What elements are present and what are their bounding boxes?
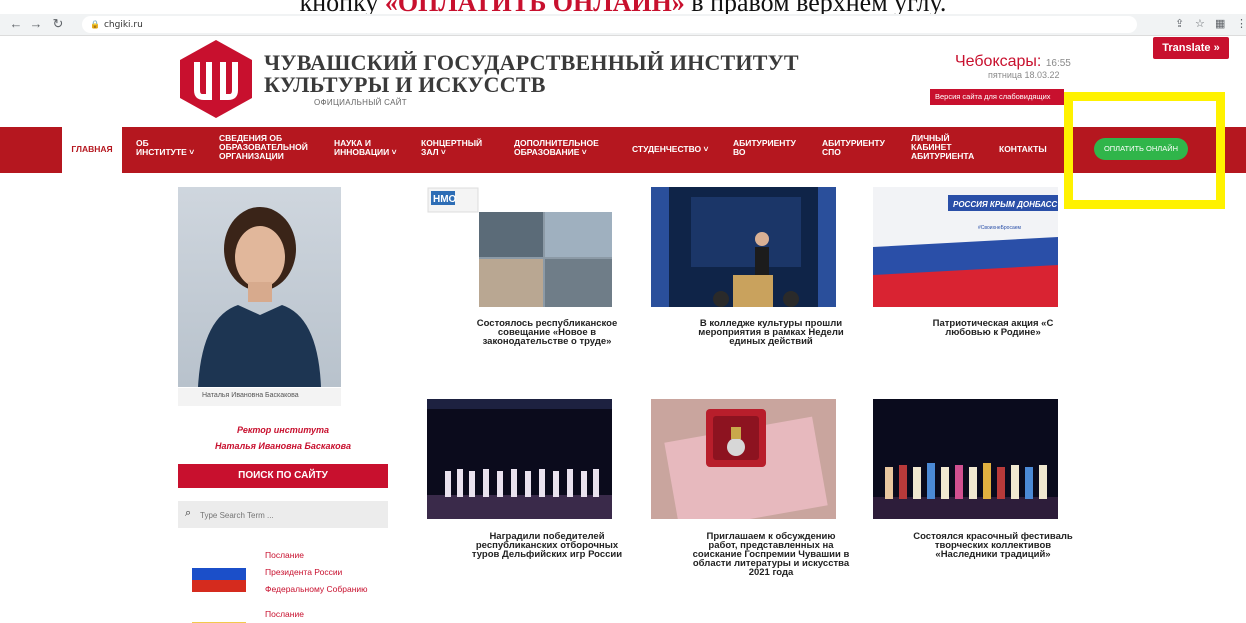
nav-item-applicant-higher[interactable]: АБИТУРИЕНТУ ВО <box>733 139 809 157</box>
nav-item-concert-hall[interactable]: КОНЦЕРТНЫЙ ЗАЛ ˅ <box>421 139 501 157</box>
share-icon[interactable]: ⇪ <box>1175 17 1184 30</box>
lock-icon: 🔒 <box>90 20 100 29</box>
caption-after: в правом верхнем углу. <box>685 0 946 14</box>
president-message-link[interactable]: Послание Президента России Федеральному … <box>265 547 368 598</box>
patriotic-banner-text: РОССИЯ КРЫМ ДОНБАСС <box>953 200 1057 209</box>
nav-item-concert-hall-label: КОНЦЕРТНЫЙ ЗАЛ <box>421 138 483 157</box>
nav-item-science-label: НАУКА И ИННОВАЦИИ <box>334 138 390 157</box>
translate-button[interactable]: Translate » <box>1153 37 1229 59</box>
site-title-line1: ЧУВАШСКИЙ ГОСУДАРСТВЕННЫЙ ИНСТИТУТ <box>264 50 799 75</box>
search-input[interactable] <box>200 507 380 523</box>
caption-highlight: «ОПЛАТИТЬ ОНЛАЙН» <box>385 0 685 14</box>
nav-item-contacts[interactable]: КОНТАКТЫ <box>999 145 1047 154</box>
message1-line2: Президента России <box>265 567 343 577</box>
news-title-6[interactable]: Состоялся красочный фестиваль творческих… <box>913 532 1073 560</box>
patriotic-hashtag: #СвоихнеБросаем <box>978 225 1022 231</box>
bookmark-star-icon[interactable]: ☆ <box>1195 17 1205 30</box>
search-icon: ⌕ <box>185 507 192 519</box>
city-name: Чебоксары: <box>955 53 1042 70</box>
nav-item-about[interactable]: ОБ ИНСТИТУТЕ ˅ <box>136 139 198 157</box>
low-vision-button[interactable]: Версия сайта для слабовидящих <box>930 89 1064 105</box>
site-search-heading: ПОИСК ПО САЙТУ <box>178 464 388 488</box>
news-image-1[interactable]: НМО <box>427 187 612 307</box>
nmo-badge: НМО <box>433 194 457 205</box>
institute-logo[interactable] <box>180 40 252 118</box>
city-clock: Чебоксары: 16:55 <box>955 53 1071 71</box>
second-message-link[interactable]: Послание <box>265 606 304 623</box>
current-date: пятница 18.03.22 <box>988 70 1060 80</box>
nav-item-students[interactable]: СТУДЕНЧЕСТВО ˅ <box>632 145 708 154</box>
news-title-1[interactable]: Состоялось республиканское совещание «Но… <box>467 319 627 347</box>
browser-toolbar: ← → ↻ 🔒 chgiki.ru ⇪ ☆ ▦ ⋮ <box>0 14 1246 36</box>
flag-icon <box>192 614 246 623</box>
clock-time: 16:55 <box>1045 58 1071 69</box>
message1-line3: Федеральному Собранию <box>265 584 368 594</box>
rector-photo <box>178 187 341 387</box>
nav-item-science[interactable]: НАУКА И ИННОВАЦИИ ˅ <box>334 139 404 157</box>
nav-item-applicant-college[interactable]: АБИТУРИЕНТУ СПО <box>822 139 898 157</box>
message1-line1: Послание <box>265 550 304 560</box>
caption-before: кнопку <box>300 0 385 14</box>
news-title-4[interactable]: Наградили победителей республиканских от… <box>467 532 627 560</box>
news-image-5[interactable] <box>651 399 836 519</box>
browser-menu-icon[interactable]: ⋮ <box>1236 17 1246 30</box>
nav-item-students-label: СТУДЕНЧЕСТВО <box>632 144 702 154</box>
site-title-line2: КУЛЬТУРЫ И ИСКУССТВ <box>264 72 546 97</box>
site-title[interactable]: ЧУВАШСКИЙ ГОСУДАРСТВЕННЫЙ ИНСТИТУТ КУЛЬТ… <box>264 52 799 96</box>
main-nav: ГЛАВНАЯ ОБ ИНСТИТУТЕ ˅ СВЕДЕНИЯ ОБ ОБРАЗ… <box>0 127 1246 173</box>
russia-flag-icon <box>192 556 246 592</box>
message2-line1: Послание <box>265 609 304 619</box>
rector-role: Ректор института <box>236 425 330 435</box>
extension-icon[interactable]: ▦ <box>1215 17 1225 30</box>
news-title-3[interactable]: Патриотическая акция «С любовью к Родине… <box>913 319 1073 338</box>
site-subtitle: ОФИЦИАЛЬНЫЙ САЙТ <box>314 98 407 107</box>
nav-item-extra-education[interactable]: ДОПОЛНИТЕЛЬНОЕ ОБРАЗОВАНИЕ ˅ <box>514 139 626 157</box>
page-root: { "caption": { "before": "кнопку ", "hig… <box>0 0 1246 623</box>
rector-block[interactable]: Ректор института Наталья Ивановна Баскак… <box>178 422 388 454</box>
nav-item-home[interactable]: ГЛАВНАЯ <box>62 127 122 173</box>
nav-item-extra-education-label: ДОПОЛНИТЕЛЬНОЕ ОБРАЗОВАНИЕ <box>514 138 599 157</box>
news-image-6[interactable] <box>873 399 1058 519</box>
instruction-caption: кнопку «ОПЛАТИТЬ ОНЛАЙН» в правом верхне… <box>0 0 1246 14</box>
news-image-4[interactable] <box>427 399 612 519</box>
nav-item-applicant-cabinet[interactable]: ЛИЧНЫЙ КАБИНЕТ АБИТУРИЕНТА <box>911 134 983 161</box>
rector-name: Наталья Ивановна Баскакова <box>215 441 351 451</box>
news-title-2[interactable]: В колледже культуры прошли мероприятия в… <box>691 319 851 347</box>
nav-item-org-info[interactable]: СВЕДЕНИЯ ОБ ОБРАЗОВАТЕЛЬНОЙ ОРГАНИЗАЦИИ <box>219 134 321 161</box>
address-bar[interactable]: 🔒 chgiki.ru <box>82 16 1137 33</box>
news-title-5[interactable]: Приглашаем к обсуждению работ, представл… <box>691 532 851 578</box>
news-image-2[interactable] <box>651 187 836 307</box>
rector-photo-caption: Наталья Ивановна Баскакова <box>178 388 341 406</box>
back-icon[interactable]: ← <box>8 16 24 32</box>
nav-item-about-label: ОБ ИНСТИТУТЕ <box>136 138 187 157</box>
news-image-3[interactable]: РОССИЯ КРЫМ ДОНБАСС #СвоихнеБросаем <box>873 187 1058 307</box>
site-search: ⌕ <box>178 501 388 528</box>
pay-online-button[interactable]: ОПЛАТИТЬ ОНЛАЙН <box>1094 138 1188 160</box>
reload-icon[interactable]: ↻ <box>50 16 66 32</box>
forward-icon[interactable]: → <box>28 16 44 32</box>
url-text: chgiki.ru <box>103 20 143 30</box>
